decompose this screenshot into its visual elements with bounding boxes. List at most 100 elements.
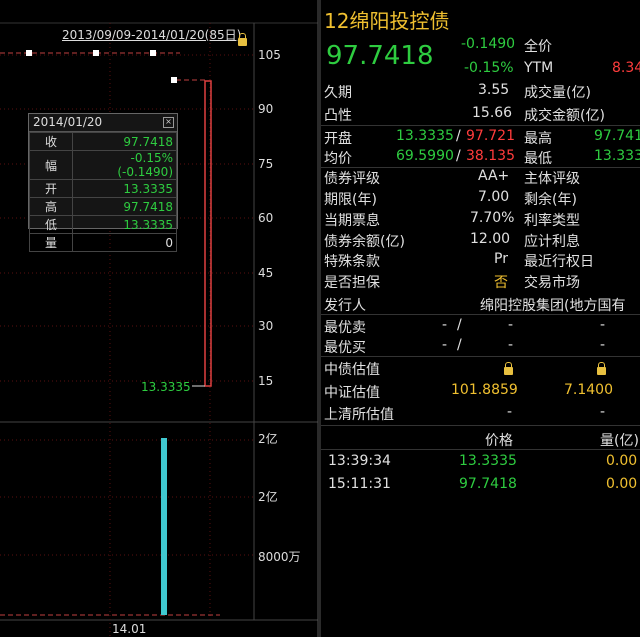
- tooltip-key: 量: [29, 233, 73, 252]
- tooltip-key: 低: [29, 215, 73, 234]
- tooltip-key: 开: [29, 179, 73, 198]
- trade-time: 13:39:34: [328, 453, 391, 469]
- info-value: 7.70%: [470, 210, 515, 226]
- info-label: 特殊条款: [324, 254, 380, 270]
- tooltip-value: 97.7418: [72, 132, 177, 151]
- trades-qty-header: 量(亿): [600, 433, 639, 449]
- info-label: 债券余额(亿): [324, 234, 405, 250]
- convexity-value: 15.66: [472, 105, 513, 121]
- price-axis-tick: 30: [258, 319, 274, 333]
- best-buy-label: 最优买: [324, 340, 366, 356]
- price-axis-tick: 75: [258, 157, 274, 171]
- close-marker: [171, 77, 177, 83]
- info-label-2: 剩余(年): [524, 192, 577, 208]
- low-value: 13.333: [594, 148, 640, 164]
- last-price: 97.7418: [326, 41, 434, 71]
- info-value: 否: [494, 275, 508, 291]
- low-label: 最低: [524, 151, 552, 167]
- price-chart-panel[interactable]: 2013/09/09-2014/01/20(85日) 105 90 75 60 45 30…: [0, 0, 318, 637]
- issuer-label: 发行人: [324, 298, 366, 314]
- best-buy-dash-3: -: [600, 337, 606, 353]
- info-label-2: 应计利息: [524, 234, 580, 250]
- tooltip-row: 低 13.3335: [29, 215, 177, 234]
- separator: /: [456, 128, 461, 144]
- tooltip-row: 高 97.7418: [29, 197, 177, 216]
- avg-label: 均价: [324, 151, 352, 167]
- info-label: 期限(年): [324, 192, 377, 208]
- price-axis-tick: 45: [258, 266, 274, 280]
- high-value: 97.741: [594, 128, 640, 144]
- volume-tick: 8000万: [258, 550, 301, 564]
- tooltip-key: 收: [29, 132, 73, 151]
- info-label-2: 利率类型: [524, 213, 580, 229]
- best-sell-label: 最优卖: [324, 320, 366, 336]
- info-value: 7.00: [478, 189, 510, 205]
- issuer-value: 绵阳控股集团(地方国有: [480, 298, 626, 314]
- trade-time: 15:11:31: [328, 476, 391, 492]
- zz-valuation-label: 中债估值: [324, 362, 380, 378]
- lock-icon[interactable]: [504, 362, 513, 378]
- tooltip-key: 高: [29, 197, 73, 216]
- price-change: -0.1490: [461, 36, 516, 52]
- trade-price: 13.3335: [459, 453, 517, 469]
- trade-qty: 0.00: [606, 453, 638, 469]
- trades-price-header: 价格: [485, 433, 513, 449]
- tooltip-value: 0: [72, 233, 177, 252]
- ref-marker: [93, 50, 99, 56]
- sh-valuation-dash: -: [507, 404, 513, 420]
- best-buy-dash: -: [442, 337, 448, 353]
- price-axis-tick: 60: [258, 211, 274, 225]
- best-sell-slash: /: [457, 317, 462, 333]
- best-sell-dash-2: -: [508, 317, 514, 333]
- volume-tick: 2亿: [258, 490, 278, 504]
- panel-scroll-track[interactable]: [318, 0, 321, 637]
- high-label: 最高: [524, 131, 552, 147]
- best-sell-dash-3: -: [600, 317, 606, 333]
- trade-qty: 0.00: [606, 476, 638, 492]
- sh-valuation-label: 上清所估值: [324, 407, 394, 423]
- avg-value: 69.5990: [396, 148, 454, 164]
- low-price-label: 13.3335: [141, 380, 191, 394]
- tooltip-value: 13.3335: [72, 215, 177, 234]
- full-price-label: 全价: [524, 39, 552, 55]
- open-label: 开盘: [324, 131, 352, 147]
- volume-bar[interactable]: [161, 438, 167, 615]
- sh-valuation-dash-2: -: [600, 404, 606, 420]
- x-axis-label: 14.01: [112, 622, 147, 636]
- info-label-2: 主体评级: [524, 171, 580, 187]
- tooltip-key: 幅: [29, 150, 73, 180]
- duration-label: 久期: [324, 85, 352, 101]
- csi-valuation-yield: 7.1400: [564, 382, 613, 398]
- avg-value-2: 38.135: [466, 148, 515, 164]
- open-value-2: 97.721: [466, 128, 515, 144]
- price-axis-tick: 15: [258, 374, 274, 388]
- ohlc-tooltip: 2014/01/20 × 收 97.7418 幅 -0.15%(-0.1490) 开1…: [28, 113, 178, 252]
- volume-tick: 2亿: [258, 432, 278, 446]
- info-label: 债券评级: [324, 171, 380, 187]
- tooltip-row: 开 13.3335: [29, 179, 177, 198]
- close-icon[interactable]: ×: [163, 117, 174, 128]
- date-range-label: 2013/09/09-2014/01/20(85日): [62, 28, 242, 42]
- info-label-2: 交易市场: [524, 275, 580, 291]
- convexity-label: 凸性: [324, 108, 352, 124]
- price-change-pct: -0.15%: [464, 60, 514, 76]
- volume-label: 成交量(亿): [524, 85, 591, 101]
- lock-icon[interactable]: [238, 30, 247, 49]
- candle-bar[interactable]: [204, 80, 212, 387]
- tooltip-row: 量0: [29, 233, 177, 252]
- open-value: 13.3335: [396, 128, 454, 144]
- tooltip-row: 收 97.7418: [29, 132, 177, 151]
- ytm-value: 8.34: [612, 60, 640, 76]
- ref-marker: [150, 50, 156, 56]
- info-value: 12.00: [470, 231, 511, 247]
- info-value: AA+: [478, 168, 510, 184]
- lock-icon[interactable]: [597, 362, 606, 378]
- info-label: 当期票息: [324, 213, 380, 229]
- info-label: 是否担保: [324, 275, 380, 291]
- best-buy-slash: /: [457, 337, 462, 353]
- tooltip-date: 2014/01/20: [33, 115, 103, 129]
- amount-label: 成交金额(亿): [524, 108, 605, 124]
- quote-panel: 12绵阳投控债 97.7418 -0.1490 -0.15% 全价 YTM 8.…: [318, 0, 640, 637]
- trade-price: 97.7418: [459, 476, 517, 492]
- best-buy-dash-2: -: [508, 337, 514, 353]
